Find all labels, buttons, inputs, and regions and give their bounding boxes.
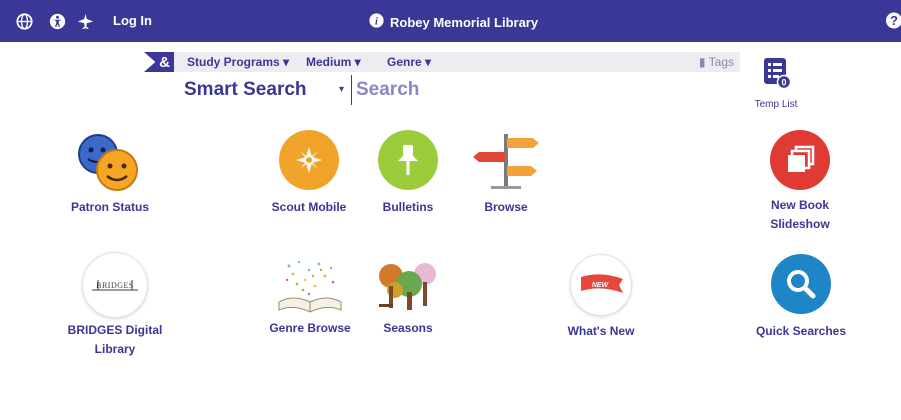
filter-bar: Study Programs ▾ Medium ▾ Genre ▾ ▮ Tags bbox=[174, 52, 740, 72]
genre-browse-tile[interactable]: Genre Browse bbox=[262, 258, 358, 338]
bulletins-label: Bulletins bbox=[382, 200, 434, 214]
bookmark-icon: ▮ bbox=[698, 55, 709, 69]
genre-menu[interactable]: Genre ▾ bbox=[387, 55, 431, 69]
bulletins-tile[interactable]: Bulletins bbox=[368, 130, 448, 217]
svg-text:?: ? bbox=[890, 13, 898, 28]
open-book-icon bbox=[262, 258, 358, 316]
caret-down-icon[interactable]: ▾ bbox=[339, 84, 344, 95]
new-book-slideshow-label-line1: New Book bbox=[770, 198, 829, 212]
patron-faces-icon bbox=[60, 132, 160, 192]
whats-new-tile[interactable]: NEW What's New bbox=[553, 254, 649, 341]
new-badge-text: NEW bbox=[592, 282, 610, 289]
library-name: Robey Memorial Library bbox=[390, 14, 539, 30]
scout-compass-icon bbox=[279, 130, 339, 190]
scout-mobile-label: Scout Mobile bbox=[271, 200, 347, 214]
quick-searches-label: Quick Searches bbox=[755, 324, 847, 338]
library-title: i Robey Memorial Library bbox=[369, 13, 538, 31]
tags-link[interactable]: ▮ Tags bbox=[699, 55, 734, 69]
search-input[interactable] bbox=[356, 76, 726, 104]
scout-mobile-tile[interactable]: Scout Mobile bbox=[264, 130, 354, 217]
caret-down-icon: ▾ bbox=[351, 55, 361, 69]
log-in-link[interactable]: Log In bbox=[113, 13, 152, 28]
bridges-label-line2: Library bbox=[94, 342, 136, 356]
bridges-logo-text: BRIDGES bbox=[96, 281, 134, 290]
pushpin-icon bbox=[378, 130, 438, 190]
new-ribbon-icon: NEW bbox=[570, 254, 632, 316]
globe-icon[interactable] bbox=[15, 12, 33, 30]
tags-label: Tags bbox=[708, 55, 734, 69]
patron-status-tile[interactable]: Patron Status bbox=[60, 132, 160, 217]
top-bar: Log In i Robey Memorial Library ? bbox=[0, 0, 901, 42]
search-mode-selector[interactable]: Smart Search bbox=[184, 79, 307, 101]
new-book-slideshow-label-line2: Slideshow bbox=[770, 217, 830, 231]
browse-label: Browse bbox=[484, 200, 528, 214]
info-icon: i bbox=[369, 13, 384, 31]
caret-down-icon: ▾ bbox=[279, 55, 290, 69]
temp-list-button[interactable]: 0 Temp List bbox=[748, 56, 804, 110]
patron-status-label: Patron Status bbox=[70, 200, 149, 214]
search-divider bbox=[351, 75, 352, 105]
study-programs-label: Study Programs bbox=[187, 55, 280, 69]
caret-down-icon: ▾ bbox=[421, 55, 432, 69]
search-row: Smart Search ▾ bbox=[174, 72, 740, 108]
seasons-trees-icon bbox=[368, 258, 448, 316]
svg-text:i: i bbox=[375, 16, 378, 27]
browse-tile[interactable]: Browse bbox=[464, 132, 548, 217]
seasons-tile[interactable]: Seasons bbox=[368, 258, 448, 338]
plane-icon[interactable] bbox=[76, 12, 94, 30]
temp-list-count: 0 bbox=[781, 78, 786, 88]
temp-list-label: Temp List bbox=[754, 99, 798, 110]
medium-label: Medium bbox=[306, 55, 352, 69]
bridges-label-line1: BRIDGES Digital bbox=[67, 323, 163, 337]
study-programs-menu[interactable]: Study Programs ▾ bbox=[187, 55, 289, 69]
genre-label: Genre bbox=[387, 55, 422, 69]
accessibility-icon[interactable] bbox=[48, 12, 66, 30]
quick-searches-tile[interactable]: Quick Searches bbox=[745, 254, 857, 341]
genre-browse-label: Genre Browse bbox=[269, 321, 351, 335]
new-book-slideshow-tile[interactable]: New Book Slideshow bbox=[750, 130, 850, 234]
bridges-logo-icon: BRIDGES bbox=[82, 252, 148, 318]
bridges-library-tile[interactable]: BRIDGES BRIDGES Digital Library bbox=[55, 252, 175, 359]
slideshow-icon bbox=[770, 130, 830, 190]
help-icon[interactable]: ? bbox=[886, 12, 901, 34]
signpost-icon bbox=[464, 132, 548, 190]
seasons-label: Seasons bbox=[383, 321, 433, 335]
search-panel: & Study Programs ▾ Medium ▾ Genre ▾ ▮ Ta… bbox=[144, 52, 740, 108]
ampersand-button[interactable]: & bbox=[144, 52, 174, 72]
whats-new-label: What's New bbox=[567, 324, 635, 338]
magnifier-icon bbox=[771, 254, 831, 314]
medium-menu[interactable]: Medium ▾ bbox=[306, 55, 361, 69]
list-icon: 0 bbox=[759, 58, 793, 94]
